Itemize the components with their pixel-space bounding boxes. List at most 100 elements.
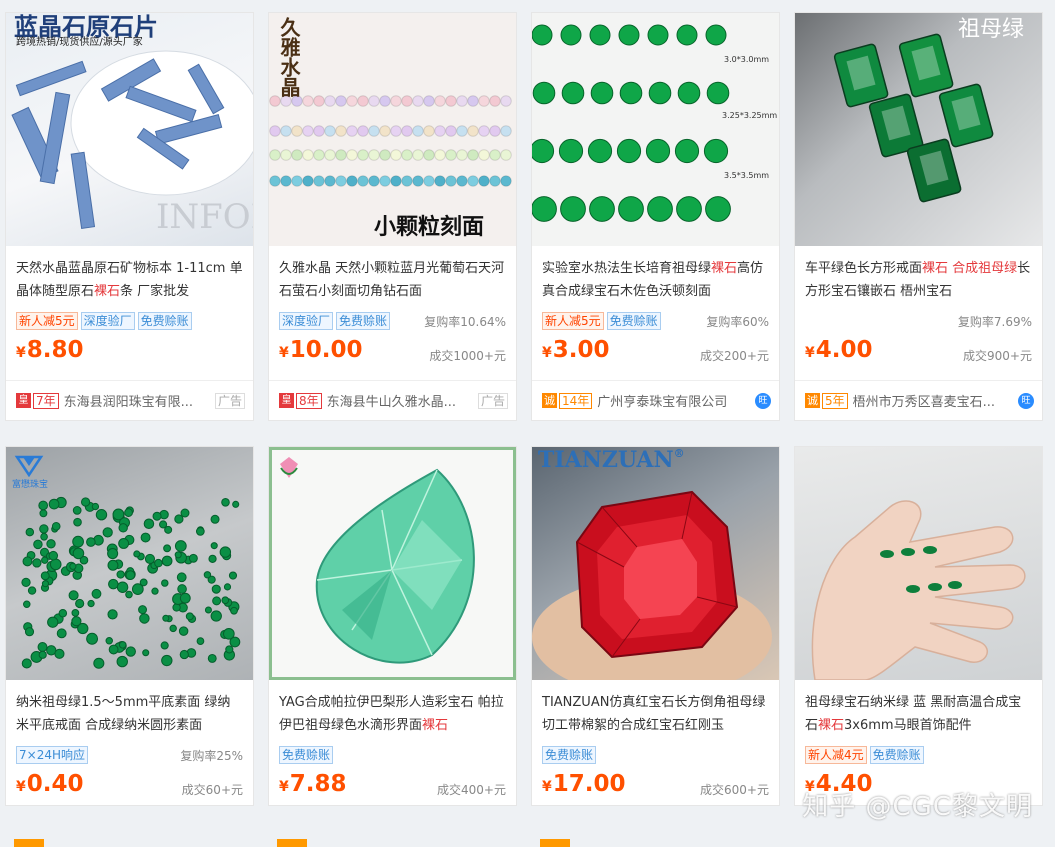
logo-icon [14,455,44,477]
product-image[interactable]: 富懋珠宝 [6,447,253,680]
bead [291,125,303,137]
product-image[interactable]: 久雅水晶 小颗粒刻面 [269,13,516,246]
nano-stone [225,645,234,654]
image-title: 祖母绿 [958,17,1025,42]
product-card[interactable]: 久雅水晶 小颗粒刻面 久雅水晶 天然小颗粒蓝月光葡萄石天河石萤石小刻面切角钻石面… [268,12,517,421]
nano-stone [177,584,187,594]
price-row: ¥7.88 成交400+元 [269,771,516,805]
product-title[interactable]: 实验室水热法生长培育祖母绿裸石高仿真合成绿宝石木佐色沃顿刻面 [532,257,779,303]
product-title[interactable]: YAG合成帕拉伊巴梨形人造彩宝石 帕拉伊巴祖母绿色水滴形界面裸石 [269,691,516,737]
product-title[interactable]: 久雅水晶 天然小颗粒蓝月光葡萄石天河石萤石小刻面切角钻石面 [269,257,516,303]
bead [379,149,391,161]
bead [489,149,501,161]
product-card[interactable]: 富懋珠宝 纳米祖母绿1.5～5mm平底素面 绿纳米平底戒面 合成绿纳米圆形素面 … [5,446,254,806]
nano-stone [107,559,119,571]
nano-stone [68,590,79,601]
bead [489,95,501,107]
bead [368,149,380,161]
nano-stone [210,610,222,622]
product-image[interactable]: TIANZUAN® [532,447,779,680]
product-title[interactable]: 车平绿色长方形戒面裸石 合成祖母绿长方形宝石镶嵌石 梧州宝石 [795,257,1042,303]
product-card[interactable]: YAG合成帕拉伊巴梨形人造彩宝石 帕拉伊巴祖母绿色水滴形界面裸石 免费赊账 ¥7… [268,446,517,806]
bead [478,149,490,161]
shop-name[interactable]: 东海县牛山久雅水晶... [327,391,456,410]
nano-stone [139,613,150,624]
product-card[interactable]: INFOL 蓝晶石原石片 跨境热销/现货供应/源头厂家 天然水晶蓝晶原石矿物标本… [5,12,254,421]
product-image[interactable]: 3.0*3.0mm 3.25*3.25mm 3.5*3.5mm [532,13,779,246]
product-image[interactable]: INFOL 蓝晶石原石片 跨境热销/现货供应/源头厂家 [6,13,253,246]
emerald-stone [676,196,702,222]
bead [489,175,501,187]
product-card[interactable]: 3.0*3.0mm 3.25*3.25mm 3.5*3.5mm 实验室水热法生长… [531,12,780,421]
shop-name[interactable]: 梧州市万秀区喜麦宝石... [853,391,995,410]
emerald-stone [560,24,582,46]
nano-stone [93,657,105,669]
emerald-stone [706,81,730,105]
nano-stone [32,558,42,568]
nano-stone [38,650,47,659]
bead [434,95,446,107]
product-title[interactable]: TIANZUAN仿真红宝石长方倒角祖母绿切工带棉絮的合成红宝石红刚玉 [532,691,779,737]
price: ¥8.80 [16,337,84,363]
product-card[interactable]: 祖母绿 车平绿色长方形戒面裸石 合成祖母绿长方形宝石镶嵌石 梧州宝石 复购率7.… [794,12,1043,421]
shop-row[interactable]: 诚 14年 广州亨泰珠宝有限公司 旺 [532,380,779,420]
shop-name[interactable]: 广州亨泰珠宝有限公司 [597,391,727,410]
bead [280,175,292,187]
bead [390,149,402,161]
nano-stone [180,508,190,518]
wangwang-chat-icon[interactable]: 旺 [755,392,771,409]
emerald-stone [532,138,555,164]
product-card[interactable]: TIANZUAN® TIANZUAN仿真红宝石长方倒角祖母绿切工带棉絮的合成红宝… [531,446,780,806]
nano-stone [69,562,77,570]
emerald-stone [677,81,701,105]
shop-row[interactable]: 皇 7年 东海县润阳珠宝有限... 广告 [6,380,253,420]
bead [390,175,402,187]
shop-name[interactable]: 东海县润阳珠宝有限... [64,391,193,410]
tag-row: 7×24H响应 复购率25% [6,744,253,766]
price: ¥7.88 [279,771,347,797]
repeat-rate: 复购率7.69% [957,314,1032,329]
bead [456,149,468,161]
product-grid: INFOL 蓝晶石原石片 跨境热销/现货供应/源头厂家 天然水晶蓝晶原石矿物标本… [0,0,1055,847]
nano-stone [23,600,31,608]
shop-years: 5年 [822,392,848,409]
nano-stone [72,547,85,560]
nano-stone [108,644,119,655]
nano-stone [161,579,169,587]
image-subtitle: 久雅水晶 [277,17,301,97]
bead [291,175,303,187]
product-title[interactable]: 天然水晶蓝晶原石矿物标本 1-11cm 单晶体随型原石裸石条 厂家批发 [6,257,253,303]
product-card[interactable]: 祖母绿宝石纳米绿 蓝 黑耐高温合成宝石裸石3x6mm马眼首饰配件 新人减4元 免… [794,446,1043,806]
emerald-grid-image [532,24,731,222]
wangwang-chat-icon[interactable]: 旺 [1018,392,1034,409]
bead [412,125,424,137]
bead [412,95,424,107]
product-image[interactable] [795,447,1042,680]
tag-verified-factory: 深度验厂 [80,312,135,330]
nano-stone [49,558,62,571]
nano-stone [133,550,141,558]
price-row: ¥10.00 成交1000+元 [269,337,516,371]
bead [346,125,358,137]
product-title[interactable]: 祖母绿宝石纳米绿 蓝 黑耐高温合成宝石裸石3x6mm马眼首饰配件 [795,691,1042,737]
product-image[interactable] [269,447,516,680]
bead [302,125,314,137]
tag-row: 新人减5元 免费赊账 复购率60% [532,310,779,332]
sold-count: 成交400+元 [437,783,506,797]
tag-row: 免费赊账 [532,744,779,766]
shop-row[interactable]: 皇 8年 东海县牛山久雅水晶... 广告 [269,380,516,420]
bead [357,95,369,107]
shop-row[interactable]: 诚 5年 梧州市万秀区喜麦宝石... 旺 [795,380,1042,420]
bead [467,149,479,161]
bead [269,125,281,137]
tag-row: 深度验厂 免费赊账 复购率10.64% [269,310,516,332]
emerald-stone [705,24,727,46]
bead [401,95,413,107]
product-image[interactable]: 祖母绿 [795,13,1042,246]
nano-stone [108,578,119,590]
bead [412,149,424,161]
bead [357,175,369,187]
nano-stone [86,537,96,547]
nano-stone [91,502,100,511]
product-title[interactable]: 纳米祖母绿1.5～5mm平底素面 绿纳米平底戒面 合成绿纳米圆形素面 [6,691,253,737]
